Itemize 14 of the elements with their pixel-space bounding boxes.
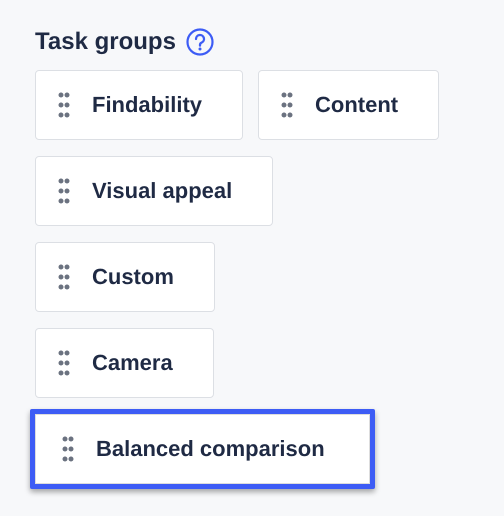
task-group-chip[interactable]: Balanced comparison (30, 409, 375, 489)
task-group-chip[interactable]: Camera (35, 328, 214, 398)
drag-handle-icon[interactable] (58, 264, 70, 290)
drag-handle-icon[interactable] (62, 436, 74, 462)
drag-handle-icon[interactable] (281, 92, 293, 118)
section-title: Task groups (35, 28, 176, 56)
task-group-chip[interactable]: Content (258, 70, 440, 140)
task-group-chip[interactable]: Custom (35, 242, 215, 312)
task-group-chip[interactable]: Findability (35, 70, 243, 140)
task-group-chip[interactable]: Visual appeal (35, 156, 274, 226)
drag-handle-icon[interactable] (58, 350, 70, 376)
drag-handle-icon[interactable] (58, 178, 70, 204)
drag-handle-icon[interactable] (58, 92, 70, 118)
help-icon[interactable] (186, 28, 214, 56)
